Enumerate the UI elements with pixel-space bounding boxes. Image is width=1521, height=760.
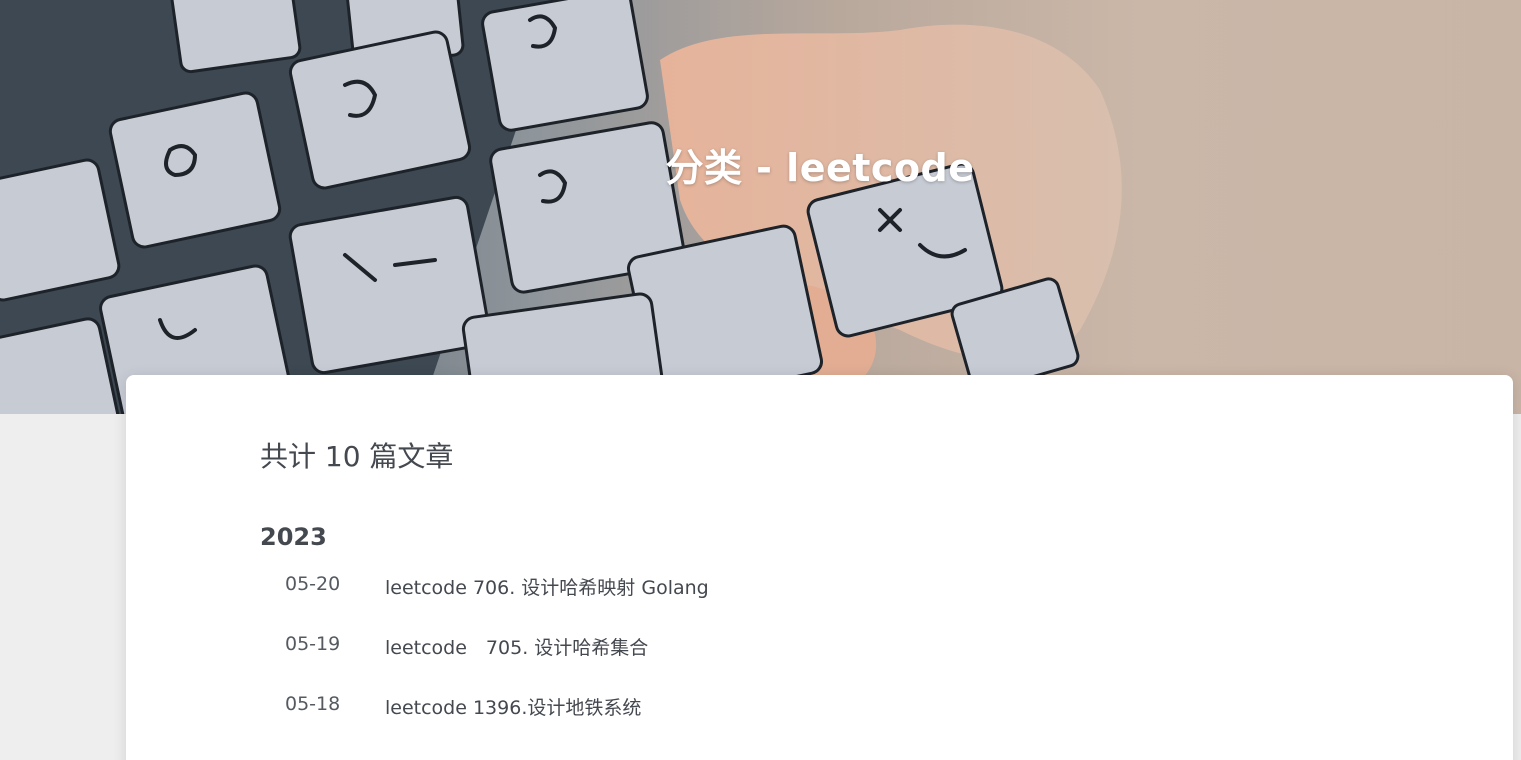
year-heading: 2023 [260,523,327,551]
page-title: 分类 - leetcode [665,146,975,191]
list-item: 05-19 leetcode 705. 设计哈希集合 [260,633,709,693]
post-date: 05-20 [285,573,341,595]
list-item: 05-20 leetcode 706. 设计哈希映射 Golang [260,573,709,633]
keyboard-illustration [0,0,1122,414]
post-title-link[interactable]: leetcode 1396.设计地铁系统 [385,693,641,720]
post-count-summary: 共计 10 篇文章 [260,440,454,473]
post-title-link[interactable]: leetcode 705. 设计哈希集合 [385,633,648,660]
page: 分类 - leetcode 共计 10 篇文章 2023 05-20 leetc… [0,0,1521,760]
post-title-link[interactable]: leetcode 706. 设计哈希映射 Golang [385,573,709,600]
post-date: 05-18 [285,693,341,715]
content-card: 共计 10 篇文章 2023 05-20 leetcode 706. 设计哈希映… [126,375,1513,760]
hero-banner: 分类 - leetcode [0,0,1521,414]
post-date: 05-19 [285,633,341,655]
post-list: 05-20 leetcode 706. 设计哈希映射 Golang 05-19 … [260,573,709,753]
list-item: 05-18 leetcode 1396.设计地铁系统 [260,693,709,753]
